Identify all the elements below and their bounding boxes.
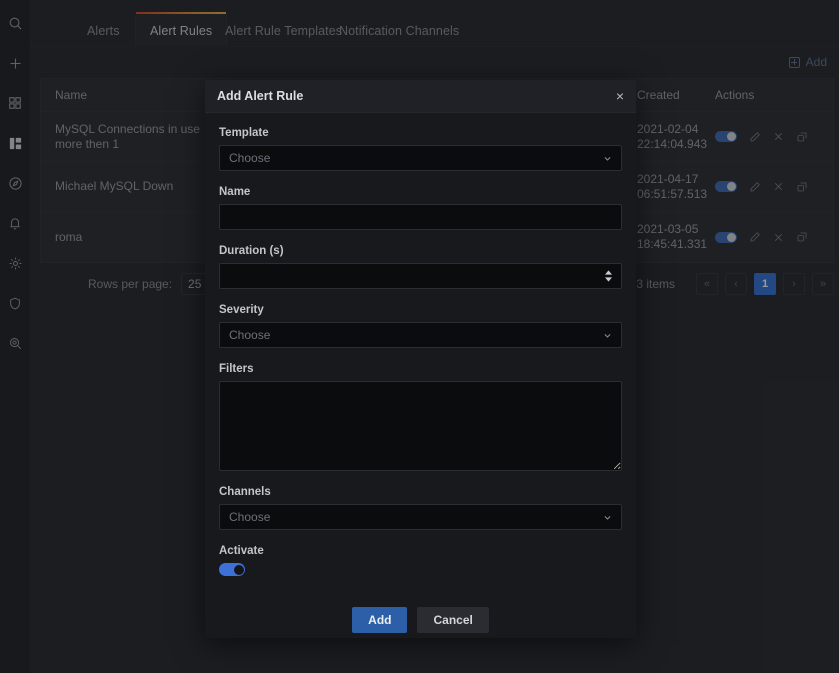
channels-select-value: Choose bbox=[229, 510, 271, 524]
add-button[interactable]: Add bbox=[352, 607, 408, 633]
duration-input[interactable] bbox=[219, 263, 622, 289]
template-select-value: Choose bbox=[229, 151, 271, 165]
channels-select[interactable]: Choose bbox=[219, 504, 622, 530]
stepper-up-icon[interactable] bbox=[605, 270, 612, 275]
modal-body: Template Choose Name Duration (s) Severi… bbox=[205, 113, 636, 633]
modal-header: Add Alert Rule × bbox=[205, 80, 636, 113]
number-stepper-icon[interactable] bbox=[605, 270, 612, 282]
field-duration: Duration (s) bbox=[219, 245, 622, 289]
activate-toggle[interactable] bbox=[219, 563, 245, 576]
label-channels: Channels bbox=[219, 486, 271, 498]
modal-actions: Add Cancel bbox=[219, 607, 622, 633]
add-alert-rule-dialog: Add Alert Rule × Template Choose Name Du… bbox=[205, 80, 636, 638]
chevron-down-icon bbox=[604, 333, 611, 338]
close-icon[interactable]: × bbox=[616, 89, 624, 103]
field-name: Name bbox=[219, 186, 622, 230]
field-template: Template Choose bbox=[219, 127, 622, 171]
name-input[interactable] bbox=[219, 204, 622, 230]
chevron-down-icon bbox=[604, 515, 611, 520]
label-template: Template bbox=[219, 127, 269, 139]
field-activate: Activate bbox=[219, 545, 622, 576]
template-select[interactable]: Choose bbox=[219, 145, 622, 171]
label-activate: Activate bbox=[219, 545, 264, 557]
chevron-down-icon bbox=[604, 156, 611, 161]
label-filters: Filters bbox=[219, 363, 254, 375]
label-name: Name bbox=[219, 186, 251, 198]
cancel-button[interactable]: Cancel bbox=[417, 607, 489, 633]
filters-textarea[interactable] bbox=[219, 381, 622, 471]
severity-select[interactable]: Choose bbox=[219, 322, 622, 348]
field-severity: Severity Choose bbox=[219, 304, 622, 348]
label-duration: Duration (s) bbox=[219, 245, 284, 257]
stepper-down-icon[interactable] bbox=[605, 277, 612, 282]
label-severity: Severity bbox=[219, 304, 264, 316]
severity-select-value: Choose bbox=[229, 328, 271, 342]
field-channels: Channels Choose bbox=[219, 486, 622, 530]
modal-title: Add Alert Rule bbox=[217, 89, 304, 103]
field-filters: Filters bbox=[219, 363, 622, 471]
